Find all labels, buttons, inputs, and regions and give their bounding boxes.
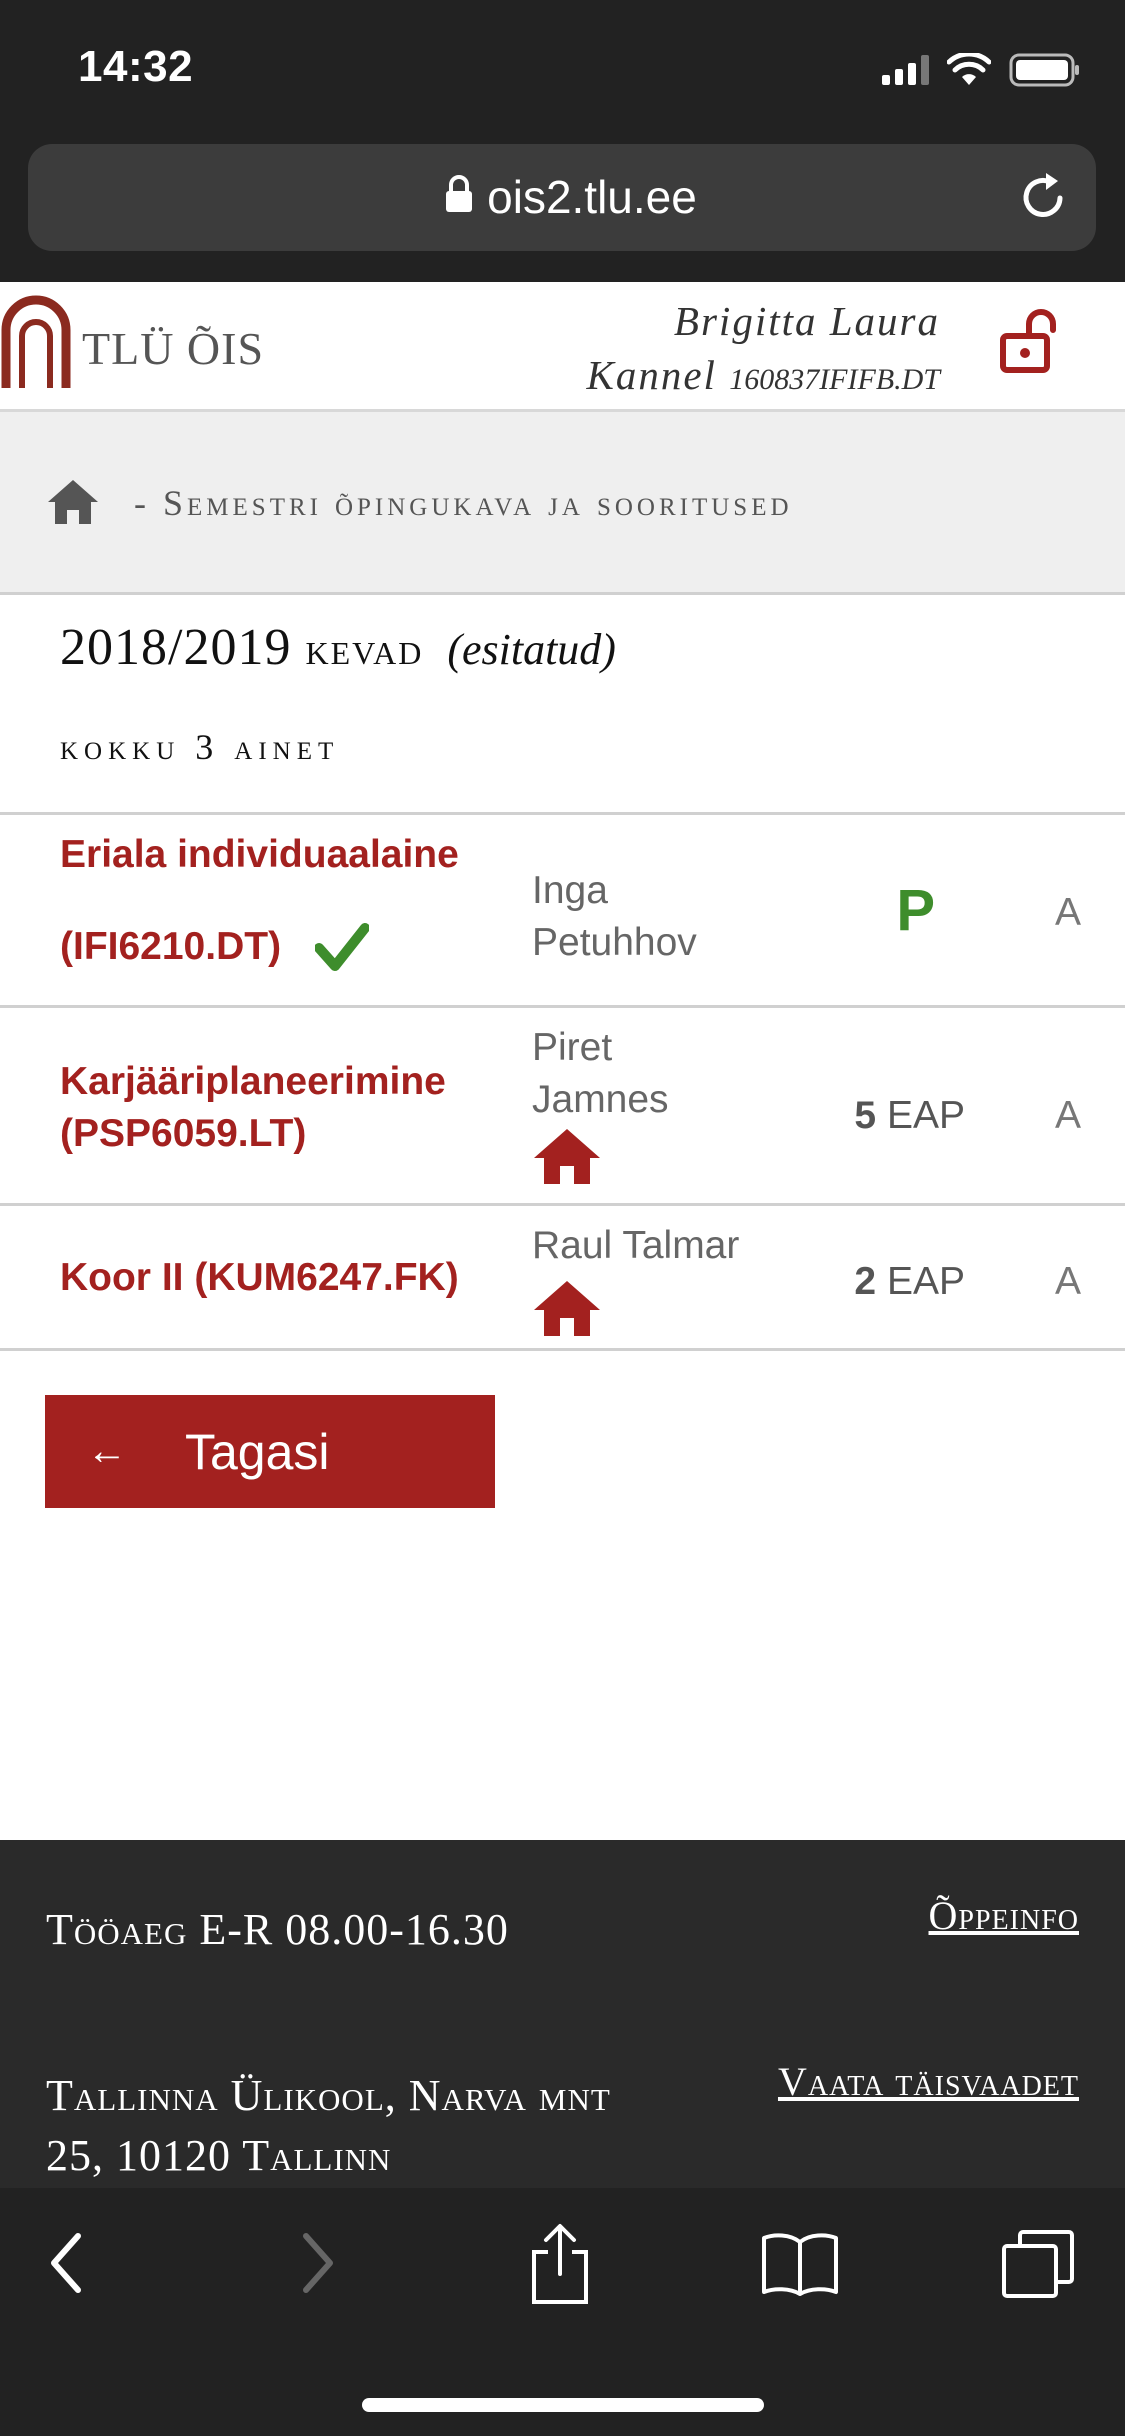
bookmarks-icon[interactable] <box>760 2230 840 2296</box>
course-row: Karjääriplaneerimine (PSP6059.LT) Piret … <box>0 1005 1125 1203</box>
home-indicator[interactable] <box>362 2398 764 2412</box>
forward-chevron-icon[interactable] <box>298 2228 338 2298</box>
course-name[interactable]: Karjääriplaneerimine (PSP6059.LT) <box>60 1056 446 1160</box>
site-header: TLÜ ÕIS Brigitta Laura Kannel 160837IFIF… <box>0 282 1125 412</box>
breadcrumb: - Semestri õpingukava ja sooritused <box>0 412 1125 595</box>
browser-toolbar <box>0 2188 1125 2436</box>
wifi-icon <box>947 53 991 85</box>
course-grade: A <box>1054 891 1081 934</box>
course-row: Koor II (KUM6247.FK) Raul Talmar 2 EAP A <box>0 1203 1125 1351</box>
back-chevron-icon[interactable] <box>46 2228 86 2298</box>
result-pass: P <box>896 878 935 943</box>
user-last-name: Kannel <box>586 352 717 398</box>
footer: Tööaeg E-R 08.00-16.30 Tallinna Ülikool,… <box>0 1840 1125 2188</box>
semester-title: 2018/2019 kevad (esitatud) <box>60 618 616 677</box>
home-icon[interactable] <box>46 478 100 526</box>
arrow-left-icon: ← <box>87 1429 127 1473</box>
course-name[interactable]: Koor II (KUM6247.FK) <box>60 1252 459 1304</box>
study-info-link[interactable]: Õppeinfo <box>929 1892 1079 1939</box>
full-view-link[interactable]: Vaata täisvaadet <box>778 2058 1079 2105</box>
semester-year: 2018/2019 <box>60 619 292 676</box>
course-credits: 2 EAP <box>854 1260 965 1303</box>
user-first-names: Brigitta Laura <box>673 298 940 344</box>
course-row: Eriala individuaalaine (IFI6210.DT) Inga… <box>0 812 1125 1005</box>
office-hours: Tööaeg E-R 08.00-16.30 <box>46 1905 509 1954</box>
table-bottom-divider <box>0 1348 1125 1351</box>
unlock-logout-icon[interactable] <box>999 308 1063 374</box>
status-time: 14:32 <box>78 42 194 91</box>
semester-status: (esitatud) <box>447 625 616 674</box>
course-grade: A <box>1054 1260 1081 1303</box>
browser-top-bar: 14:32 ois2.tlu.ee <box>0 0 1125 282</box>
user-code: 160837IFIFB.DT <box>729 363 940 396</box>
house-icon <box>534 1281 600 1336</box>
status-icons <box>882 50 1081 90</box>
reload-icon[interactable] <box>1016 170 1070 224</box>
teacher-name[interactable]: Raul Talmar <box>532 1220 739 1272</box>
course-count: kokku 3 ainet <box>60 727 340 767</box>
tabs-icon[interactable] <box>1000 2228 1078 2300</box>
user-name: Brigitta Laura Kannel 160837IFIFB.DT <box>587 294 941 407</box>
semester-season: kevad <box>305 623 424 674</box>
house-icon <box>534 1129 600 1184</box>
url-bar[interactable]: ois2.tlu.ee <box>28 144 1096 251</box>
cellular-signal-icon <box>882 55 929 85</box>
teacher-name[interactable]: Inga Petuhhov <box>532 865 697 969</box>
teacher-name[interactable]: Piret Jamnes <box>532 1022 669 1126</box>
course-name[interactable]: Eriala individuaalaine (IFI6210.DT) <box>60 829 459 973</box>
battery-icon <box>1009 53 1079 87</box>
share-icon[interactable] <box>528 2222 592 2306</box>
url-text: ois2.tlu.ee <box>487 171 697 223</box>
breadcrumb-text: - Semestri õpingukava ja sooritused <box>134 483 793 523</box>
address: Tallinna Ülikool, Narva mnt 25, 10120 Ta… <box>46 2071 611 2180</box>
tlu-logo-icon[interactable] <box>0 290 72 390</box>
course-grade: A <box>1054 1094 1081 1137</box>
back-button[interactable]: ← Tagasi <box>45 1395 495 1508</box>
back-button-label: Tagasi <box>185 1423 330 1480</box>
course-credits: 5 EAP <box>854 1094 965 1137</box>
page-title: Semestri õpingukava ja sooritused <box>163 483 793 523</box>
logo-text: TLÜ ÕIS <box>82 323 265 374</box>
checkmark-icon <box>315 923 370 971</box>
